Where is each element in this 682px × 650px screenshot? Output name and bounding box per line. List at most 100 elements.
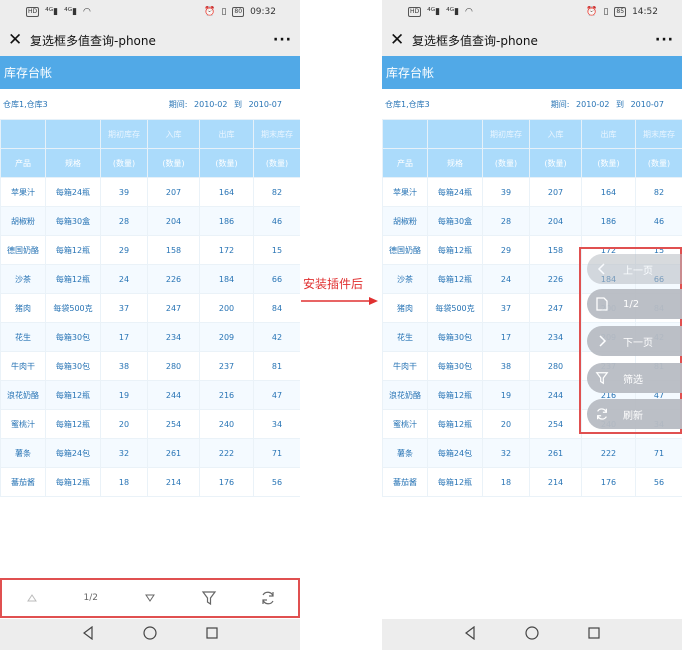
float-refresh-button[interactable]: 刷新 bbox=[587, 399, 682, 429]
report-params: 仓库1,仓库3 期间: 2010-02 到 2010-07 bbox=[382, 89, 682, 119]
title-bar: ✕ 复选框多值查询-phone ··· bbox=[0, 24, 300, 56]
table-cell: 84 bbox=[253, 293, 300, 323]
table-cell: 280 bbox=[147, 351, 200, 381]
table-cell: 每箱12瓶 bbox=[45, 235, 101, 265]
table-cell: 38 bbox=[482, 351, 530, 381]
table-cell: 247 bbox=[147, 293, 200, 323]
table-row: 蕃茄酱 每箱12瓶 18 214 176 56 bbox=[382, 467, 682, 497]
vibrate-icon: ▯ bbox=[603, 7, 609, 17]
float-prev-label: 上一页 bbox=[623, 265, 653, 277]
table-cell: 207 bbox=[529, 177, 582, 207]
float-page-button[interactable]: 1/2 bbox=[587, 289, 682, 319]
table-row: 薯条 每箱24包 32 261 222 71 bbox=[0, 438, 300, 468]
table-cell: 每袋500克 bbox=[45, 293, 101, 323]
table-cell: 牛肉干 bbox=[382, 351, 428, 381]
float-refresh-label: 刷新 bbox=[623, 410, 643, 422]
close-icon[interactable]: ✕ bbox=[8, 30, 28, 50]
table-cell: 苹果汁 bbox=[382, 177, 428, 207]
table-cell: 254 bbox=[529, 409, 582, 439]
vibrate-icon: ▯ bbox=[221, 7, 227, 17]
table-cell: 29 bbox=[100, 235, 148, 265]
header-cell: 规格 bbox=[427, 148, 483, 178]
recents-icon[interactable] bbox=[587, 625, 601, 644]
header-cell: (数量) bbox=[147, 148, 200, 178]
table-cell: 每箱12瓶 bbox=[427, 380, 483, 410]
float-filter-label: 筛选 bbox=[623, 374, 643, 386]
table-cell: 每箱12瓶 bbox=[427, 467, 483, 497]
home-icon[interactable] bbox=[143, 625, 157, 644]
table-cell: 15 bbox=[253, 235, 300, 265]
table-cell: 158 bbox=[529, 235, 582, 265]
table-cell: 237 bbox=[199, 351, 254, 381]
back-icon[interactable] bbox=[81, 625, 95, 644]
table-cell: 24 bbox=[100, 264, 148, 294]
table-cell: 158 bbox=[147, 235, 200, 265]
signal-icons: HD ⁴ᴳ▮ ⁴ᴳ▮ ◠ bbox=[408, 7, 473, 17]
signal-icon: ⁴ᴳ▮ bbox=[427, 7, 441, 17]
table-cell: 19 bbox=[100, 380, 148, 410]
signal-icon-2: ⁴ᴳ▮ bbox=[446, 7, 460, 17]
table-cell: 56 bbox=[253, 467, 300, 497]
float-filter-button[interactable]: 筛选 bbox=[587, 363, 682, 393]
header-cell: 出库 bbox=[581, 119, 636, 149]
table-cell: 71 bbox=[635, 438, 682, 468]
page-title: 复选框多值查询-phone bbox=[412, 33, 538, 48]
back-icon[interactable] bbox=[463, 625, 477, 644]
table-cell: 蕃茄酱 bbox=[0, 467, 46, 497]
table-cell: 240 bbox=[199, 409, 254, 439]
alarm-icon: ⏰ bbox=[204, 7, 216, 17]
period-to-label: 到 bbox=[234, 99, 243, 109]
refresh-icon[interactable] bbox=[248, 590, 288, 606]
float-next-button[interactable]: 下一页 bbox=[587, 326, 682, 356]
period-label: 期间: bbox=[168, 99, 188, 109]
phone-after: HD ⁴ᴳ▮ ⁴ᴳ▮ ◠ ⏰ ▯ 85 14:52 ✕ 复选框多值查询-phon… bbox=[382, 0, 682, 650]
table-cell: 薯条 bbox=[382, 438, 428, 468]
header-cell: (数量) bbox=[581, 148, 636, 178]
table-cell: 280 bbox=[529, 351, 582, 381]
period-from: 2010-02 bbox=[576, 99, 610, 109]
table-cell: 每箱24包 bbox=[45, 438, 101, 468]
table-cell: 每箱12瓶 bbox=[45, 467, 101, 497]
more-icon[interactable]: ··· bbox=[273, 32, 292, 48]
warehouse-label: 仓库1,仓库3 bbox=[3, 99, 48, 109]
table-cell: 247 bbox=[529, 293, 582, 323]
table-cell: 17 bbox=[100, 322, 148, 352]
table-row: 浪花奶酪 每箱12瓶 19 244 216 47 bbox=[0, 380, 300, 410]
hd-icon: HD bbox=[26, 7, 40, 17]
table-cell: 82 bbox=[635, 177, 682, 207]
table-cell: 28 bbox=[482, 206, 530, 236]
table-cell: 207 bbox=[147, 177, 200, 207]
period-to: 2010-07 bbox=[248, 99, 282, 109]
table-cell: 216 bbox=[199, 380, 254, 410]
table-row: 德国奶酪 每箱12瓶 29 158 172 15 bbox=[0, 235, 300, 265]
table-cell: 蜜桃汁 bbox=[0, 409, 46, 439]
header-cell bbox=[427, 119, 483, 149]
table-cell: 204 bbox=[147, 206, 200, 236]
header-cell: (数量) bbox=[635, 148, 682, 178]
report-banner: 库存台帐 bbox=[382, 56, 682, 89]
warehouse-label: 仓库1,仓库3 bbox=[385, 99, 430, 109]
page-indicator: 1/2 bbox=[83, 593, 99, 603]
table-cell: 牛肉干 bbox=[0, 351, 46, 381]
recents-icon[interactable] bbox=[205, 625, 219, 644]
table-cell: 56 bbox=[635, 467, 682, 497]
more-icon[interactable]: ··· bbox=[655, 32, 674, 48]
inventory-table: 期初库存 入库 出库 期末库存 产品 规格 (数量) (数量) (数量) (数量… bbox=[0, 119, 300, 497]
table-row: 薯条 每箱24包 32 261 222 71 bbox=[382, 438, 682, 468]
table-cell: 32 bbox=[100, 438, 148, 468]
battery-icon: 85 bbox=[614, 7, 627, 17]
table-cell: 每箱12瓶 bbox=[427, 409, 483, 439]
close-icon[interactable]: ✕ bbox=[390, 30, 410, 50]
float-prev-button[interactable]: 上一页 bbox=[587, 254, 682, 284]
table-row: 蜜桃汁每箱12瓶2025424034 bbox=[0, 409, 300, 439]
filter-icon[interactable] bbox=[189, 590, 229, 606]
prev-page-icon[interactable] bbox=[12, 594, 52, 602]
table-cell: 19 bbox=[482, 380, 530, 410]
table-cell: 每箱30包 bbox=[45, 322, 101, 352]
next-page-icon[interactable] bbox=[130, 594, 170, 602]
home-icon[interactable] bbox=[525, 625, 539, 644]
header-cell: 入库 bbox=[529, 119, 582, 149]
table-cell: 每箱24瓶 bbox=[427, 177, 483, 207]
table-cell: 德国奶酪 bbox=[0, 235, 46, 265]
table-cell: 每箱12瓶 bbox=[45, 380, 101, 410]
